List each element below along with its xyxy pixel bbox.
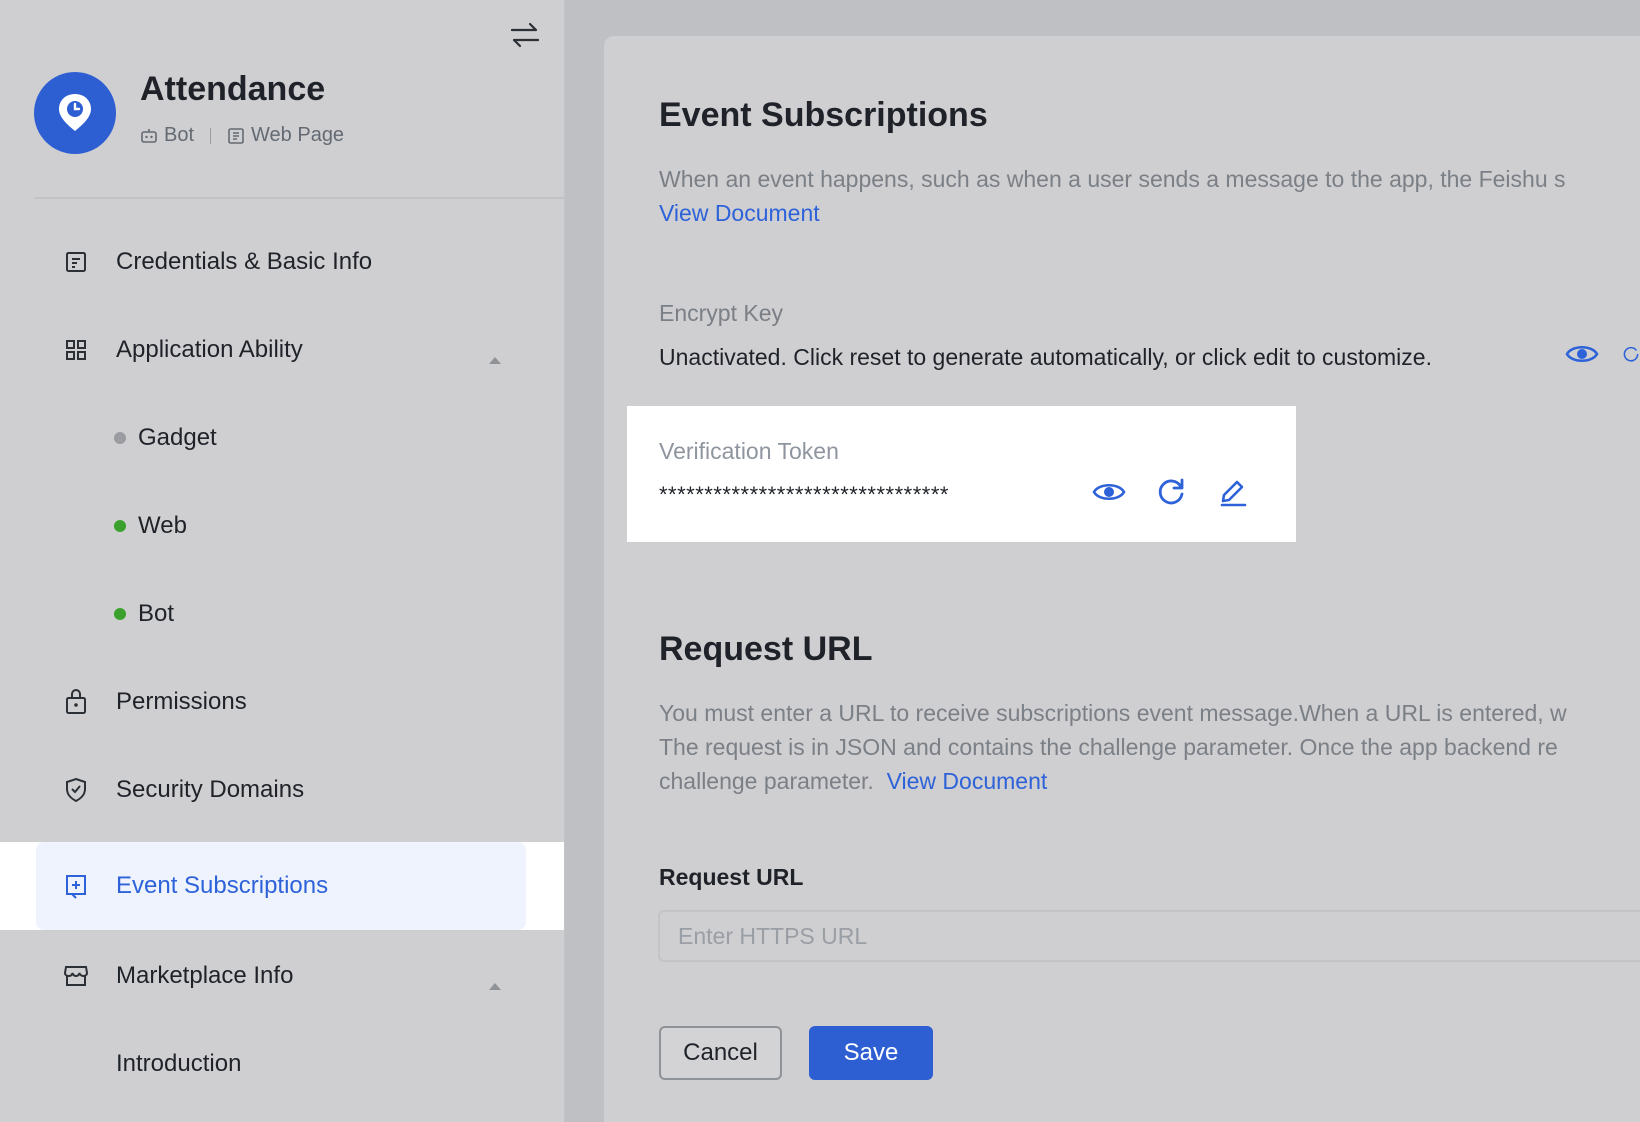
request-url-field-label: Request URL	[659, 864, 804, 890]
plus-square-icon	[62, 872, 90, 900]
sidebar-item-label: Credentials & Basic Info	[116, 248, 373, 275]
sidebar-item-label: Bot	[138, 600, 175, 627]
sidebar-item-label: Application Ability	[116, 336, 303, 363]
sidebar-item-label: Marketplace Info	[116, 962, 294, 989]
sidebar-item-label: Web	[138, 512, 187, 539]
sidebar-subitem-gadget[interactable]: Gadget	[114, 398, 217, 478]
sidebar-item-label: Gadget	[138, 424, 217, 451]
save-button[interactable]: Save	[809, 1026, 933, 1080]
edit-icon[interactable]	[1215, 474, 1251, 510]
view-document-link[interactable]: View Document	[887, 768, 1048, 794]
page-title: Event Subscriptions	[659, 96, 988, 134]
tag-web-page: Web Page	[227, 124, 344, 147]
document-icon	[62, 248, 90, 276]
sidebar-item-application-ability[interactable]: Application Ability	[36, 310, 526, 390]
shield-icon	[62, 776, 90, 804]
tag-separator	[210, 127, 212, 144]
sidebar-item-credentials[interactable]: Credentials & Basic Info	[36, 222, 526, 302]
page-description-text: When an event happens, such as when a us…	[659, 166, 1566, 192]
swap-arrows-icon[interactable]	[505, 18, 545, 52]
eye-icon[interactable]	[1564, 336, 1600, 372]
lock-icon	[62, 688, 90, 716]
refresh-icon[interactable]	[1622, 336, 1640, 372]
encrypt-key-status: Unactivated. Click reset to generate aut…	[659, 344, 1432, 370]
sidebar-item-label: Security Domains	[116, 776, 305, 803]
app-logo	[34, 72, 116, 154]
status-dot-green	[114, 520, 126, 532]
sidebar-item-event-subscriptions[interactable]: Event Subscriptions	[36, 846, 526, 926]
request-url-description: You must enter a URL to receive subscrip…	[659, 696, 1639, 802]
sidebar-item-label: Event Subscriptions	[116, 872, 329, 899]
request-url-input[interactable]	[658, 910, 1640, 962]
caret-up-icon[interactable]	[488, 344, 502, 372]
view-document-link[interactable]: View Document	[659, 200, 820, 226]
sidebar-subitem-introduction[interactable]: Introduction	[116, 1024, 241, 1104]
sidebar-item-label: Permissions	[116, 688, 247, 715]
app-name: Attendance	[140, 70, 326, 108]
location-clock-icon	[59, 94, 91, 131]
tag-bot-label: Bot	[164, 124, 195, 146]
verification-token-label: Verification Token	[659, 438, 839, 464]
webpage-icon	[228, 127, 244, 144]
encrypt-key-label: Encrypt Key	[659, 300, 783, 326]
page-description: When an event happens, such as when a us…	[659, 162, 1639, 234]
request-url-desc-line3: challenge parameter.	[659, 768, 874, 794]
robot-icon	[141, 128, 157, 143]
sidebar-item-marketplace-info[interactable]: Marketplace Info	[36, 936, 526, 1016]
refresh-icon[interactable]	[1153, 474, 1189, 510]
eye-icon[interactable]	[1091, 474, 1127, 510]
grid-icon	[62, 336, 90, 364]
status-dot-green	[114, 608, 126, 620]
sidebar-item-security-domains[interactable]: Security Domains	[36, 750, 526, 830]
caret-up-icon[interactable]	[488, 970, 502, 998]
verification-token-value: ********************************	[659, 482, 949, 507]
verification-token-card: Verification Token *********************…	[627, 406, 1296, 542]
cancel-button[interactable]: Cancel	[659, 1026, 782, 1080]
store-icon	[62, 962, 90, 990]
tag-bot: Bot	[140, 124, 194, 147]
sidebar-subitem-web[interactable]: Web	[114, 486, 187, 566]
request-url-desc-line2: The request is in JSON and contains the …	[659, 734, 1558, 760]
app-tags: Bot Web Page	[140, 124, 344, 147]
sidebar-item-permissions[interactable]: Permissions	[36, 662, 526, 742]
sidebar-subitem-bot[interactable]: Bot	[114, 574, 174, 654]
sidebar-item-label: Introduction	[116, 1050, 242, 1077]
sidebar: Attendance Bot Web Page Credentials & Ba…	[0, 0, 565, 1122]
status-dot-gray	[114, 432, 126, 444]
sidebar-divider	[34, 197, 564, 199]
request-url-desc-line1: You must enter a URL to receive subscrip…	[659, 700, 1567, 726]
tag-web-page-label: Web Page	[251, 124, 345, 146]
request-url-section-title: Request URL	[659, 630, 873, 668]
